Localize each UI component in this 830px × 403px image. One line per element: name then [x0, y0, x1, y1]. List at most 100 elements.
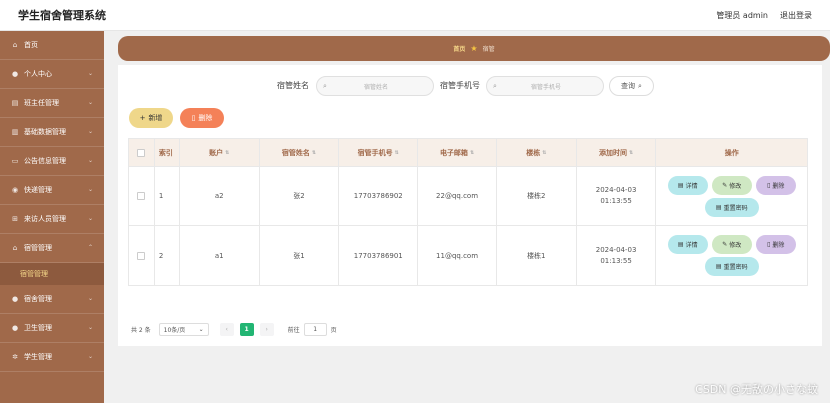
sort-icon[interactable]: ⇅ [629, 150, 633, 156]
sort-icon[interactable]: ⇅ [395, 150, 399, 156]
cell-time: 2024-04-03 01:13:55 [577, 167, 657, 225]
sidebar-item-label: 卫生管理 [24, 324, 52, 332]
cell-name: 张1 [260, 226, 340, 285]
sidebar-item-label: 班主任管理 [24, 99, 59, 107]
cell-account: a2 [180, 167, 260, 225]
sidebar-item-head-teacher[interactable]: ▤ 班主任管理 ⌄ [0, 89, 104, 118]
trash-icon: ▯ [767, 181, 771, 189]
goto-page-input[interactable]: 1 [303, 322, 327, 336]
select-all-checkbox[interactable] [137, 148, 146, 157]
plus-icon: + [139, 114, 146, 122]
add-button[interactable]: + 新增 [129, 108, 173, 128]
cell-phone: 17703786901 [339, 226, 419, 285]
header-time[interactable]: 添加时间 ⇅ [577, 139, 657, 166]
sidebar-item-dorm-manager[interactable]: ⌂ 宿管管理 ⌃ [0, 234, 104, 263]
batch-delete-button[interactable]: ▯ 删除 [180, 108, 224, 128]
sidebar-item-student[interactable]: ✲ 学生管理 ⌄ [0, 343, 104, 372]
search-icon: ⌕ [638, 81, 642, 90]
main-area: 首页 ★ 宿管 宿管姓名 ⌕ 宿管姓名 宿管手机号 ⌕ 宿管手机号 查询 ⌕ +… [104, 31, 830, 403]
header-name[interactable]: 宿管姓名 ⇅ [260, 139, 340, 166]
cell-email: 11@qq.com [418, 226, 497, 285]
cell-email: 22@qq.com [418, 167, 497, 225]
page-size-select[interactable]: 10条/页 ⌄ [158, 322, 209, 336]
breadcrumb-home[interactable]: 首页 [453, 44, 465, 53]
user-icon: ● [11, 70, 19, 78]
search-icon: ⌕ [323, 81, 327, 90]
app-title: 学生宿舍管理系统 [18, 9, 106, 22]
chevron-down-icon: ⌄ [88, 215, 94, 222]
delete-button[interactable]: ▯ 删除 [755, 235, 796, 254]
content-panel: 宿管姓名 ⌕ 宿管姓名 宿管手机号 ⌕ 宿管手机号 查询 ⌕ + 新增 ▯ 删除 [118, 65, 822, 346]
table-row: 2 a1 张1 17703786901 11@qq.com 楼栋1 2024-0… [129, 226, 807, 285]
chevron-down-icon: ⌄ [88, 295, 94, 302]
chevron-down-icon: ⌄ [88, 70, 94, 77]
sidebar-item-label: 学生管理 [24, 353, 52, 361]
page-unit-label: 页 [330, 326, 337, 334]
sort-icon[interactable]: ⇅ [312, 150, 316, 156]
logout-link[interactable]: 退出登录 [780, 10, 812, 21]
name-search-input[interactable]: ⌕ 宿管姓名 [316, 76, 434, 96]
sidebar-item-hygiene[interactable]: ● 卫生管理 ⌄ [0, 314, 104, 343]
sidebar-item-parcel[interactable]: ◉ 快递管理 ⌄ [0, 176, 104, 205]
page-number-current[interactable]: 1 [239, 322, 254, 336]
star-icon: ★ [470, 44, 478, 53]
header-building[interactable]: 楼栋 ⇅ [497, 139, 577, 166]
edit-button[interactable]: ✎ 修改 [711, 175, 752, 195]
sidebar-item-base-data[interactable]: ▥ 基础数据管理 ⌄ [0, 118, 104, 147]
chevron-down-icon: ⌄ [88, 99, 94, 106]
doc-icon: ▤ [677, 241, 684, 248]
detail-button[interactable]: ▤ 详情 [667, 175, 708, 195]
gear-icon: ✲ [12, 353, 18, 361]
phone-placeholder: 宿管手机号 [530, 83, 561, 91]
table-header: 索引 账户 ⇅ 宿管姓名 ⇅ 宿管手机号 ⇅ 电子邮箱 ⇅ 楼栋 ⇅ 添加时间 ⇅ 操作 [129, 139, 807, 167]
sidebar-item-profile[interactable]: ● 个人中心 ⌄ [0, 60, 104, 89]
sort-icon[interactable]: ⇅ [225, 150, 229, 156]
sidebar-item-label: 首页 [24, 41, 38, 49]
sidebar-item-label: 宿舍管理 [24, 295, 52, 303]
pencil-icon: ✎ [722, 181, 728, 189]
trash-icon: ▯ [767, 241, 771, 248]
phone-search-input[interactable]: ⌕ 宿管手机号 [486, 76, 604, 96]
sidebar-item-visitor[interactable]: ⊞ 来访人员管理 ⌄ [0, 205, 104, 234]
reset-password-button[interactable]: ▤ 重置密码 [704, 257, 759, 276]
chevron-down-icon: ⌄ [88, 324, 94, 331]
next-page-button[interactable]: › [259, 322, 274, 336]
current-user: 管理员 admin [716, 10, 768, 20]
sidebar-item-notice[interactable]: ▭ 公告信息管理 ⌄ [0, 147, 104, 176]
chevron-down-icon: ⌄ [88, 157, 94, 164]
sidebar-subitem-dorm-manager[interactable]: 宿管管理 [0, 263, 104, 285]
row-checkbox[interactable] [137, 192, 146, 200]
header-account[interactable]: 账户 ⇅ [180, 139, 260, 166]
prev-page-button[interactable]: ‹ [219, 322, 234, 336]
reset-password-button[interactable]: ▤ 重置密码 [704, 197, 759, 217]
phone-label: 宿管手机号 [440, 81, 480, 90]
header-email[interactable]: 电子邮箱 ⇅ [418, 139, 497, 166]
cell-building: 楼栋2 [497, 167, 577, 225]
header-right: 管理员 admin 退出登录 [716, 10, 812, 21]
edit-button[interactable]: ✎ 修改 [711, 235, 752, 254]
table-row: 1 a2 张2 17703786902 22@qq.com 楼栋2 2024-0… [129, 167, 807, 226]
cell-building: 楼栋1 [497, 226, 577, 285]
row-actions: ▤ 详情 ✎ 修改 ▯ 删除 ▤ 重置密码 [662, 175, 802, 217]
search-bar: 宿管姓名 ⌕ 宿管姓名 宿管手机号 ⌕ 宿管手机号 查询 ⌕ [118, 76, 822, 96]
sidebar-item-home[interactable]: ⌂ 首页 [0, 31, 104, 60]
sidebar-item-dorm[interactable]: ● 宿舍管理 ⌄ [0, 285, 104, 314]
chevron-down-icon: ⌄ [88, 353, 94, 360]
grid-icon: ⊞ [12, 215, 18, 223]
user-icon: ● [11, 295, 19, 303]
sidebar-item-label: 个人中心 [24, 70, 52, 78]
row-checkbox[interactable] [137, 251, 146, 260]
doc-icon: ▤ [715, 203, 722, 211]
sidebar-item-label: 基础数据管理 [24, 128, 66, 136]
chevron-left-icon: ‹ [225, 325, 228, 333]
delete-button[interactable]: ▯ 删除 [755, 175, 796, 195]
pencil-icon: ✎ [722, 241, 728, 248]
detail-button[interactable]: ▤ 详情 [667, 235, 708, 254]
query-button[interactable]: 查询 ⌕ [609, 76, 654, 96]
header-ops: 操作 [724, 148, 739, 157]
sort-icon[interactable]: ⇅ [542, 150, 546, 156]
delete-label: 删除 [198, 114, 213, 122]
header-phone[interactable]: 宿管手机号 ⇅ [339, 139, 419, 166]
sort-icon[interactable]: ⇅ [470, 150, 474, 156]
cell-ops: ▤ 详情 ✎ 修改 ▯ 删除 ▤ 重置密码 [656, 167, 807, 225]
